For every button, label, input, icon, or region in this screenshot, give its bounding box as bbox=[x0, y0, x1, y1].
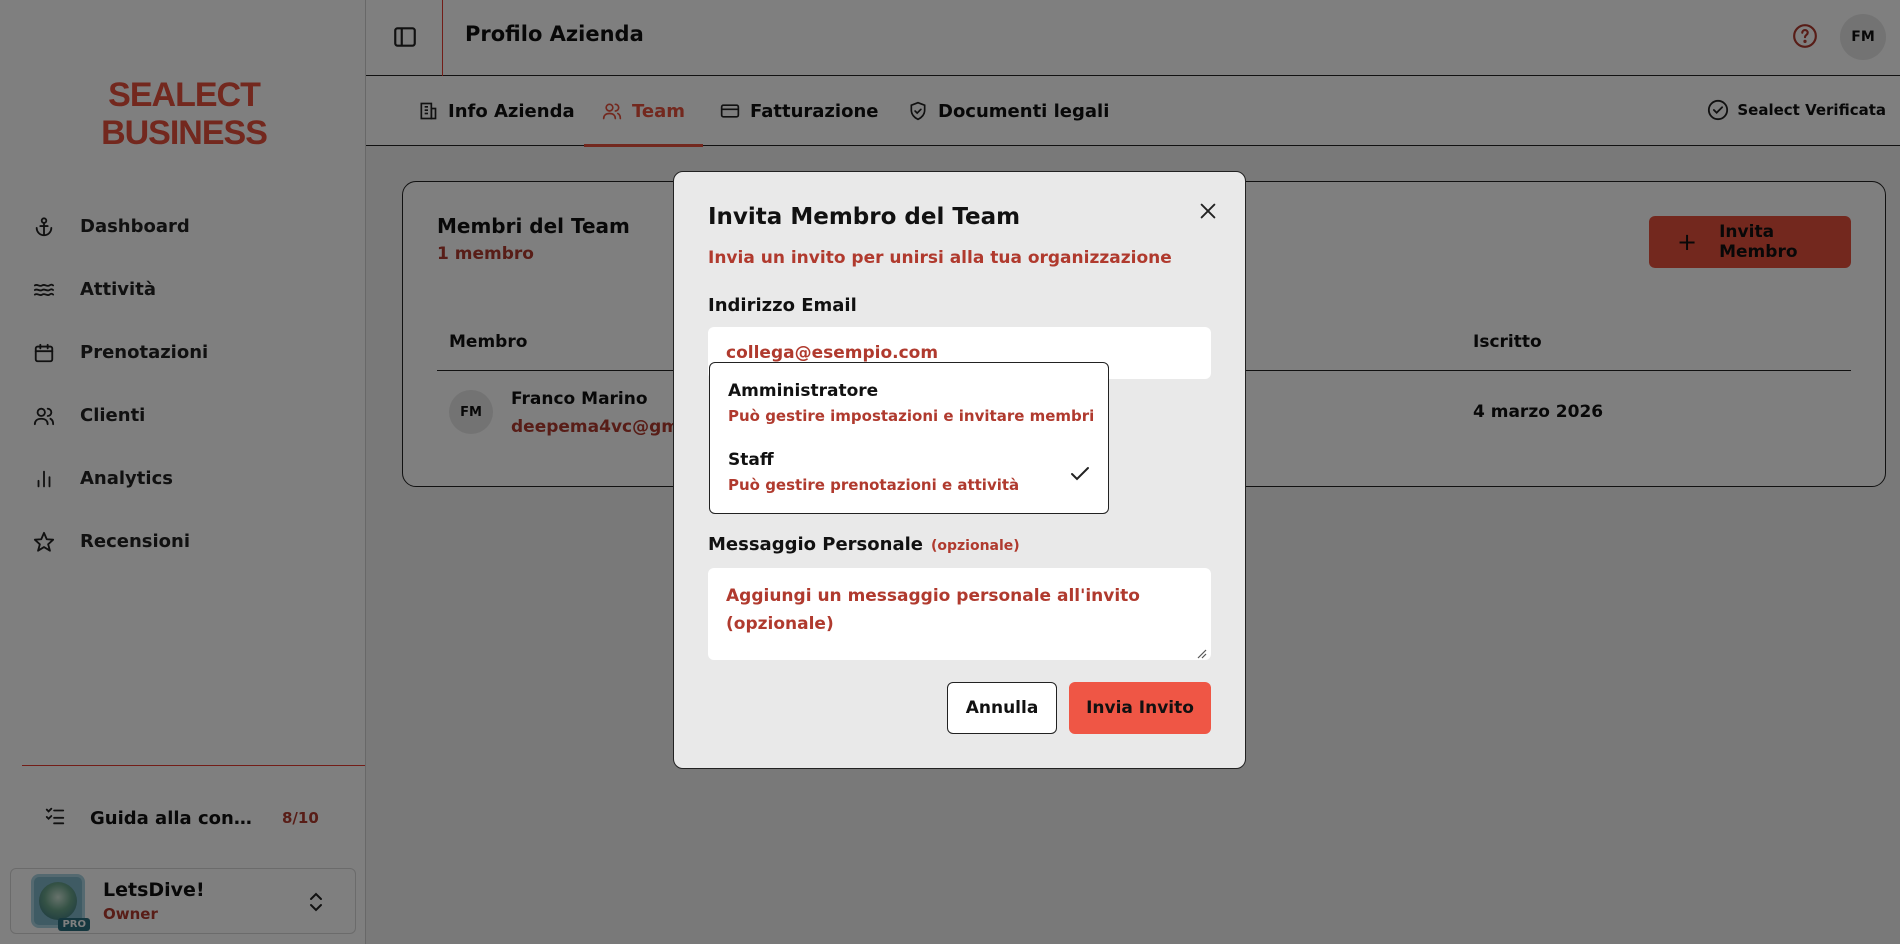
close-icon[interactable] bbox=[1197, 200, 1219, 222]
check-icon bbox=[1070, 466, 1090, 486]
role-option-staff[interactable]: Staff Può gestire prenotazioni e attivit… bbox=[710, 432, 1108, 500]
role-option-title: Staff bbox=[728, 450, 774, 470]
email-label: Indirizzo Email bbox=[708, 295, 857, 316]
role-option-administrator[interactable]: Amministratore Può gestire impostazioni … bbox=[710, 363, 1108, 431]
message-label: Messaggio Personale (opzionale) bbox=[708, 534, 1020, 555]
role-option-title: Amministratore bbox=[728, 381, 879, 401]
role-dropdown-menu: Amministratore Può gestire impostazioni … bbox=[709, 362, 1109, 514]
message-label-text: Messaggio Personale bbox=[708, 534, 923, 555]
role-option-description: Può gestire impostazioni e invitare memb… bbox=[728, 407, 1095, 425]
role-option-description: Può gestire prenotazioni e attività bbox=[728, 476, 1020, 494]
resize-handle-icon[interactable] bbox=[1195, 644, 1207, 663]
send-invite-button[interactable]: Invia Invito bbox=[1069, 682, 1211, 734]
cancel-button[interactable]: Annulla bbox=[947, 682, 1057, 734]
personal-message-field[interactable]: Aggiungi un messaggio personale all'invi… bbox=[708, 568, 1211, 660]
modal-title: Invita Membro del Team bbox=[708, 204, 1021, 230]
optional-tag: (opzionale) bbox=[930, 538, 1020, 554]
modal-subtitle: Invia un invito per unirsi alla tua orga… bbox=[708, 248, 1172, 268]
